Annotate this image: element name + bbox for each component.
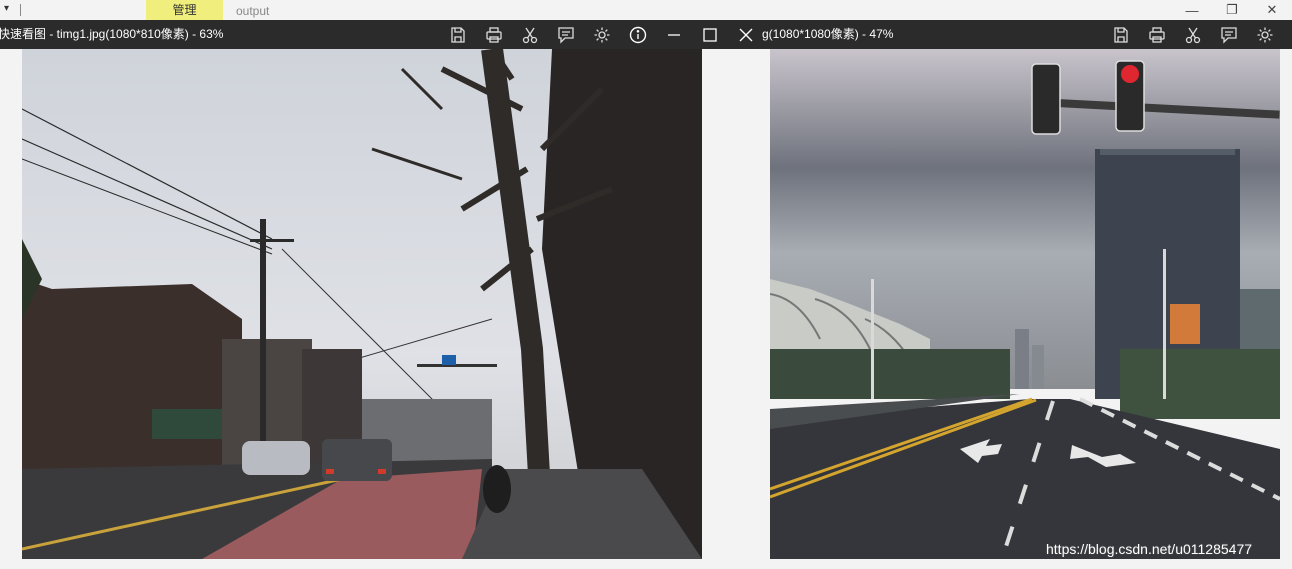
cut-icon[interactable] [1175, 20, 1211, 49]
ribbon-separator [20, 4, 21, 16]
watermark-url: https://blog.csdn.net/u011285477 [1046, 541, 1253, 557]
restore-icon[interactable]: ❐ [1212, 0, 1252, 20]
save-icon[interactable] [1103, 20, 1139, 49]
tab-output[interactable]: output [236, 0, 269, 20]
viewer-title: g(1080*1080像素) - 47% [762, 27, 894, 41]
explorer-window-controls: — ❐ ✕ [1172, 0, 1292, 20]
print-icon[interactable] [1139, 20, 1175, 49]
street-photo [22, 49, 702, 559]
viewer-tools [1103, 20, 1283, 49]
comment-icon[interactable] [548, 20, 584, 49]
close-icon[interactable] [728, 20, 764, 49]
road-photo [770, 49, 1280, 559]
viewer-title: 快速看图 - timg1.jpg(1080*810像素) - 63% [0, 27, 224, 41]
info-icon[interactable] [620, 20, 656, 49]
viewer-toolbar: g(1080*1080像素) - 47% [762, 20, 1292, 49]
minimize-icon[interactable]: — [1172, 0, 1212, 20]
explorer-ribbon: ▾ 管理 output — ❐ ✕ [0, 0, 1292, 20]
comment-icon[interactable] [1211, 20, 1247, 49]
settings-icon[interactable] [1247, 20, 1283, 49]
image-viewer-left: 快速看图 - timg1.jpg(1080*810像素) - 63% [0, 20, 762, 569]
minimize-icon[interactable] [656, 20, 692, 49]
quick-access-dropdown-icon[interactable]: ▾ [4, 3, 9, 14]
cut-icon[interactable] [512, 20, 548, 49]
settings-icon[interactable] [584, 20, 620, 49]
save-icon[interactable] [440, 20, 476, 49]
viewer-tools [440, 20, 764, 49]
tab-manage[interactable]: 管理 [146, 0, 223, 20]
print-icon[interactable] [476, 20, 512, 49]
viewer-toolbar: 快速看图 - timg1.jpg(1080*810像素) - 63% [0, 20, 762, 49]
image-viewer-right: g(1080*1080像素) - 47% [762, 20, 1292, 569]
close-icon[interactable]: ✕ [1252, 0, 1292, 20]
maximize-icon[interactable] [692, 20, 728, 49]
